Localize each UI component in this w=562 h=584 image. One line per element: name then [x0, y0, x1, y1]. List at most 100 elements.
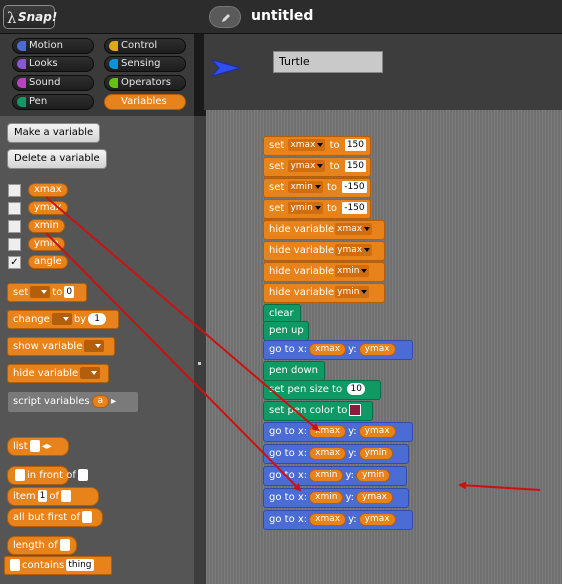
script-variable-reporter[interactable]: a	[91, 394, 110, 408]
script-block-set[interactable]: set ymax to 150	[263, 157, 371, 177]
category-operators[interactable]: Operators	[104, 75, 186, 91]
script-block-hide-variable[interactable]: hide variable xmin	[263, 262, 385, 282]
watcher-checkbox-angle[interactable]: ✓	[8, 256, 21, 269]
make-variable-button[interactable]: Make a variable	[7, 123, 101, 143]
script-block-pen-up[interactable]: pen up	[263, 321, 309, 341]
variable-dropdown[interactable]: ymax	[288, 160, 326, 172]
script-block-hide-variable[interactable]: hide variable ymin	[263, 283, 385, 303]
variable-dropdown[interactable]: xmin	[288, 181, 323, 193]
x-reporter[interactable]: xmax	[309, 342, 347, 356]
script-block-set-pen-size[interactable]: set pen size to 10	[263, 380, 381, 400]
change-variable-block[interactable]: change by 1	[7, 310, 119, 329]
variable-dropdown[interactable]: ymin	[335, 286, 370, 298]
variable-dropdown[interactable]: xmax	[335, 223, 373, 235]
y-reporter[interactable]: ymax	[358, 512, 396, 526]
value-slot[interactable]: -150	[342, 181, 367, 193]
in-front-of-block[interactable]: in front of	[7, 466, 88, 485]
script-block-go-to[interactable]: go to x: xmin y: ymin	[263, 466, 407, 486]
y-reporter[interactable]: ymax	[356, 490, 393, 504]
script-block-go-to[interactable]: go to x: xmax y: ymax	[263, 422, 413, 442]
watcher-checkbox-xmin[interactable]	[8, 220, 21, 233]
category-variables[interactable]: Variables	[104, 94, 186, 110]
script-block-set-pen-color[interactable]: set pen color to	[263, 401, 373, 421]
arrow-right-icon[interactable]: ▸	[111, 396, 116, 407]
script-block-hide-variable[interactable]: hide variable xmax	[263, 220, 385, 240]
value-slot[interactable]: 150	[344, 139, 367, 151]
block-label: set pen size to	[269, 384, 343, 395]
variable-dropdown[interactable]: xmin	[335, 265, 370, 277]
variable-dropdown[interactable]	[84, 340, 105, 352]
y-reporter[interactable]: ymax	[358, 424, 396, 438]
value-slot[interactable]: 150	[344, 160, 367, 172]
variable-dropdown[interactable]: xmax	[288, 139, 326, 151]
all-but-first-block[interactable]: all but first of	[7, 508, 103, 527]
value-slot[interactable]: 0	[64, 286, 75, 298]
list-slot[interactable]	[59, 539, 70, 551]
variable-reporter-xmin[interactable]: xmin	[28, 219, 65, 233]
x-reporter[interactable]: xmax	[309, 446, 347, 460]
index-slot[interactable]: 1	[37, 490, 48, 502]
sprite-name-field[interactable]: Turtle	[273, 51, 383, 73]
list-slot[interactable]	[82, 511, 93, 523]
length-of-block[interactable]: length of	[7, 536, 77, 555]
category-control[interactable]: Control	[104, 38, 186, 54]
watcher-checkbox-ymin[interactable]	[8, 238, 21, 251]
script-variables-block[interactable]: script variables a ▸	[7, 391, 139, 413]
list-slot[interactable]	[10, 559, 20, 571]
script-block-set[interactable]: set xmax to 150	[263, 136, 371, 156]
variable-reporter-ymax[interactable]: ymax	[28, 201, 68, 215]
show-variable-block[interactable]: show variable	[7, 337, 115, 356]
list-slot[interactable]	[60, 490, 71, 502]
variable-dropdown[interactable]	[30, 286, 51, 298]
variable-dropdown[interactable]	[80, 367, 101, 379]
y-reporter[interactable]: ymin	[358, 446, 393, 460]
value-slot[interactable]: thing	[66, 559, 94, 571]
x-reporter[interactable]: xmin	[309, 490, 344, 504]
block-palette[interactable]: Make a variable Delete a variable xmax y…	[0, 116, 194, 584]
value-slot[interactable]: 10	[347, 383, 366, 395]
variable-reporter-ymin[interactable]: ymin	[28, 237, 65, 251]
variable-dropdown[interactable]: ymin	[288, 202, 323, 214]
variable-dropdown[interactable]	[51, 313, 72, 325]
variable-reporter-xmax[interactable]: xmax	[28, 183, 68, 197]
list-slot[interactable]	[77, 469, 88, 481]
script-block-hide-variable[interactable]: hide variable ymax	[263, 241, 385, 261]
category-sensing[interactable]: Sensing	[104, 56, 186, 72]
resize-handle[interactable]	[198, 362, 201, 365]
watcher-checkbox-xmax[interactable]	[8, 184, 21, 197]
variable-dropdown[interactable]: ymax	[335, 244, 373, 256]
category-motion[interactable]: Motion	[12, 38, 94, 54]
y-reporter[interactable]: ymin	[356, 468, 391, 482]
x-reporter[interactable]: xmin	[309, 468, 344, 482]
value-slot[interactable]: -150	[342, 202, 367, 214]
value-slot[interactable]: 1	[88, 313, 107, 325]
settings-button[interactable]	[209, 6, 241, 28]
item-of-block[interactable]: item 1 of	[7, 487, 99, 506]
script-block-go-to[interactable]: go to x: xmin y: ymax	[263, 488, 409, 508]
hide-variable-block[interactable]: hide variable	[7, 364, 109, 383]
script-block-go-to[interactable]: go to x: xmax y: ymax	[263, 340, 413, 360]
list-item-slot[interactable]	[29, 440, 40, 452]
color-swatch[interactable]	[349, 404, 362, 416]
list-block[interactable]: list ◂▸	[7, 437, 69, 456]
category-sound[interactable]: Sound	[12, 75, 94, 91]
watcher-checkbox-ymax[interactable]	[8, 202, 21, 215]
script-block-set[interactable]: set xmin to -150	[263, 178, 371, 198]
contains-block[interactable]: contains thing	[4, 556, 112, 575]
script-block-set[interactable]: set ymin to -150	[263, 199, 371, 219]
palette-divider[interactable]	[194, 116, 206, 584]
script-block-go-to[interactable]: go to x: xmax y: ymax	[263, 510, 413, 530]
script-block-go-to[interactable]: go to x: xmax y: ymin	[263, 444, 409, 464]
item-slot[interactable]	[15, 469, 25, 481]
x-reporter[interactable]: xmax	[309, 424, 347, 438]
set-variable-block[interactable]: set to 0	[7, 283, 87, 302]
script-block-pen-down[interactable]: pen down	[263, 361, 325, 381]
delete-variable-button[interactable]: Delete a variable	[7, 149, 107, 169]
snap-logo-button[interactable]: λ Snap!	[3, 5, 57, 29]
category-pen[interactable]: Pen	[12, 94, 94, 110]
y-reporter[interactable]: ymax	[358, 342, 396, 356]
variable-reporter-angle[interactable]: angle	[28, 255, 68, 269]
arrows-icon[interactable]: ◂▸	[42, 441, 52, 452]
category-looks[interactable]: Looks	[12, 56, 94, 72]
x-reporter[interactable]: xmax	[309, 512, 347, 526]
